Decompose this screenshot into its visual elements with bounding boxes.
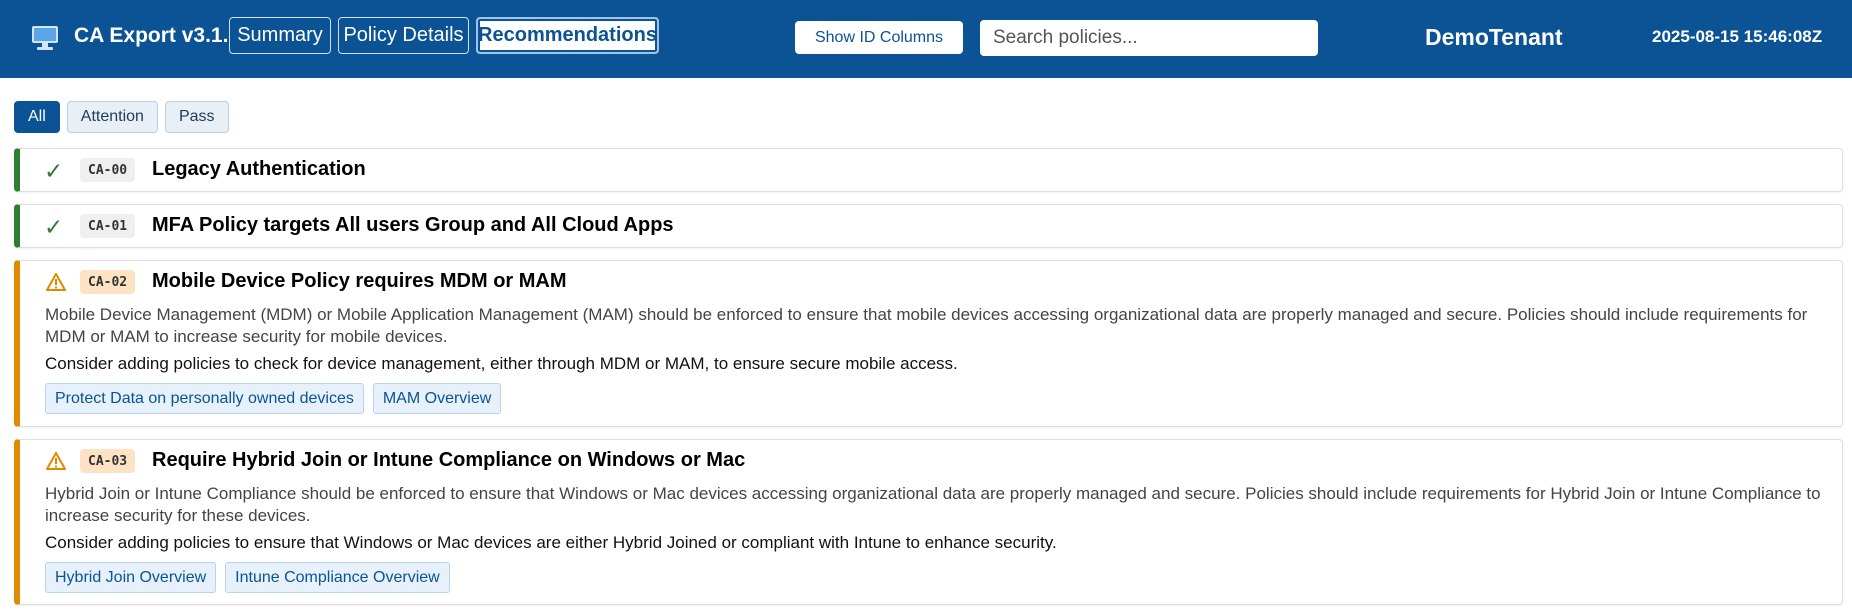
tab-recommendations[interactable]: Recommendations: [476, 17, 659, 54]
check-icon: ✓: [44, 214, 64, 240]
warning-icon: [46, 452, 66, 470]
recommendation-description: Mobile Device Management (MDM) or Mobile…: [45, 305, 1808, 346]
tab-policy-details[interactable]: Policy Details: [338, 17, 469, 54]
card-body: Hybrid Join or Intune Compliance should …: [20, 483, 1842, 607]
filter-attention-button[interactable]: Attention: [66, 101, 158, 133]
reference-links: Protect Data on personally owned devices…: [45, 383, 1826, 414]
recommendation-card[interactable]: CA-03 Require Hybrid Join or Intune Comp…: [14, 439, 1843, 605]
check-icon: ✓: [44, 158, 64, 184]
card-header[interactable]: ✓ CA-01 MFA Policy targets All users Gro…: [20, 205, 1842, 247]
recommendation-card[interactable]: CA-02 Mobile Device Policy requires MDM …: [14, 260, 1843, 427]
app-title: CA Export v3.1.1: [74, 24, 241, 47]
export-timestamp: 2025-08-15 15:46:08Z: [1652, 27, 1823, 46]
policy-id-badge: CA-02: [80, 270, 136, 294]
recommendation-description: Hybrid Join or Intune Compliance should …: [45, 484, 1821, 525]
recommendation-advice: Consider adding policies to ensure that …: [45, 533, 1057, 552]
filter-all-button[interactable]: All: [14, 101, 60, 133]
recommendation-title: MFA Policy targets All users Group and A…: [152, 214, 674, 236]
reference-link[interactable]: MAM Overview: [372, 383, 502, 414]
show-id-columns-button[interactable]: Show ID Columns: [795, 21, 963, 54]
recommendation-title: Require Hybrid Join or Intune Compliance…: [152, 449, 746, 471]
monitor-icon: [32, 26, 58, 50]
recommendation-card[interactable]: ✓ CA-00 Legacy Authentication: [14, 148, 1843, 192]
tab-summary[interactable]: Summary: [229, 17, 331, 54]
card-header[interactable]: ✓ CA-00 Legacy Authentication: [20, 149, 1842, 191]
card-header[interactable]: CA-03 Require Hybrid Join or Intune Comp…: [20, 440, 1842, 482]
reference-links: Hybrid Join Overview Intune Compliance O…: [45, 562, 1826, 593]
reference-link[interactable]: Protect Data on personally owned devices: [45, 383, 364, 414]
top-bar: CA Export v3.1.1 Summary Policy Details …: [0, 0, 1852, 78]
tenant-name: DemoTenant: [1425, 24, 1563, 50]
policy-id-badge: CA-01: [80, 214, 136, 238]
policy-id-badge: CA-03: [80, 449, 136, 473]
recommendation-advice: Consider adding policies to check for de…: [45, 354, 958, 373]
filter-bar: All Attention Pass: [14, 101, 229, 133]
reference-link[interactable]: Hybrid Join Overview: [45, 562, 217, 593]
warning-icon: [46, 273, 66, 291]
policy-id-badge: CA-00: [80, 158, 136, 182]
card-body: Mobile Device Management (MDM) or Mobile…: [20, 304, 1842, 428]
recommendation-title: Legacy Authentication: [152, 158, 366, 180]
filter-pass-button[interactable]: Pass: [164, 101, 229, 133]
search-input[interactable]: [980, 20, 1318, 56]
card-header[interactable]: CA-02 Mobile Device Policy requires MDM …: [20, 261, 1842, 303]
reference-link[interactable]: Intune Compliance Overview: [225, 562, 450, 593]
recommendation-card[interactable]: ✓ CA-01 MFA Policy targets All users Gro…: [14, 204, 1843, 248]
recommendation-title: Mobile Device Policy requires MDM or MAM: [152, 270, 567, 292]
